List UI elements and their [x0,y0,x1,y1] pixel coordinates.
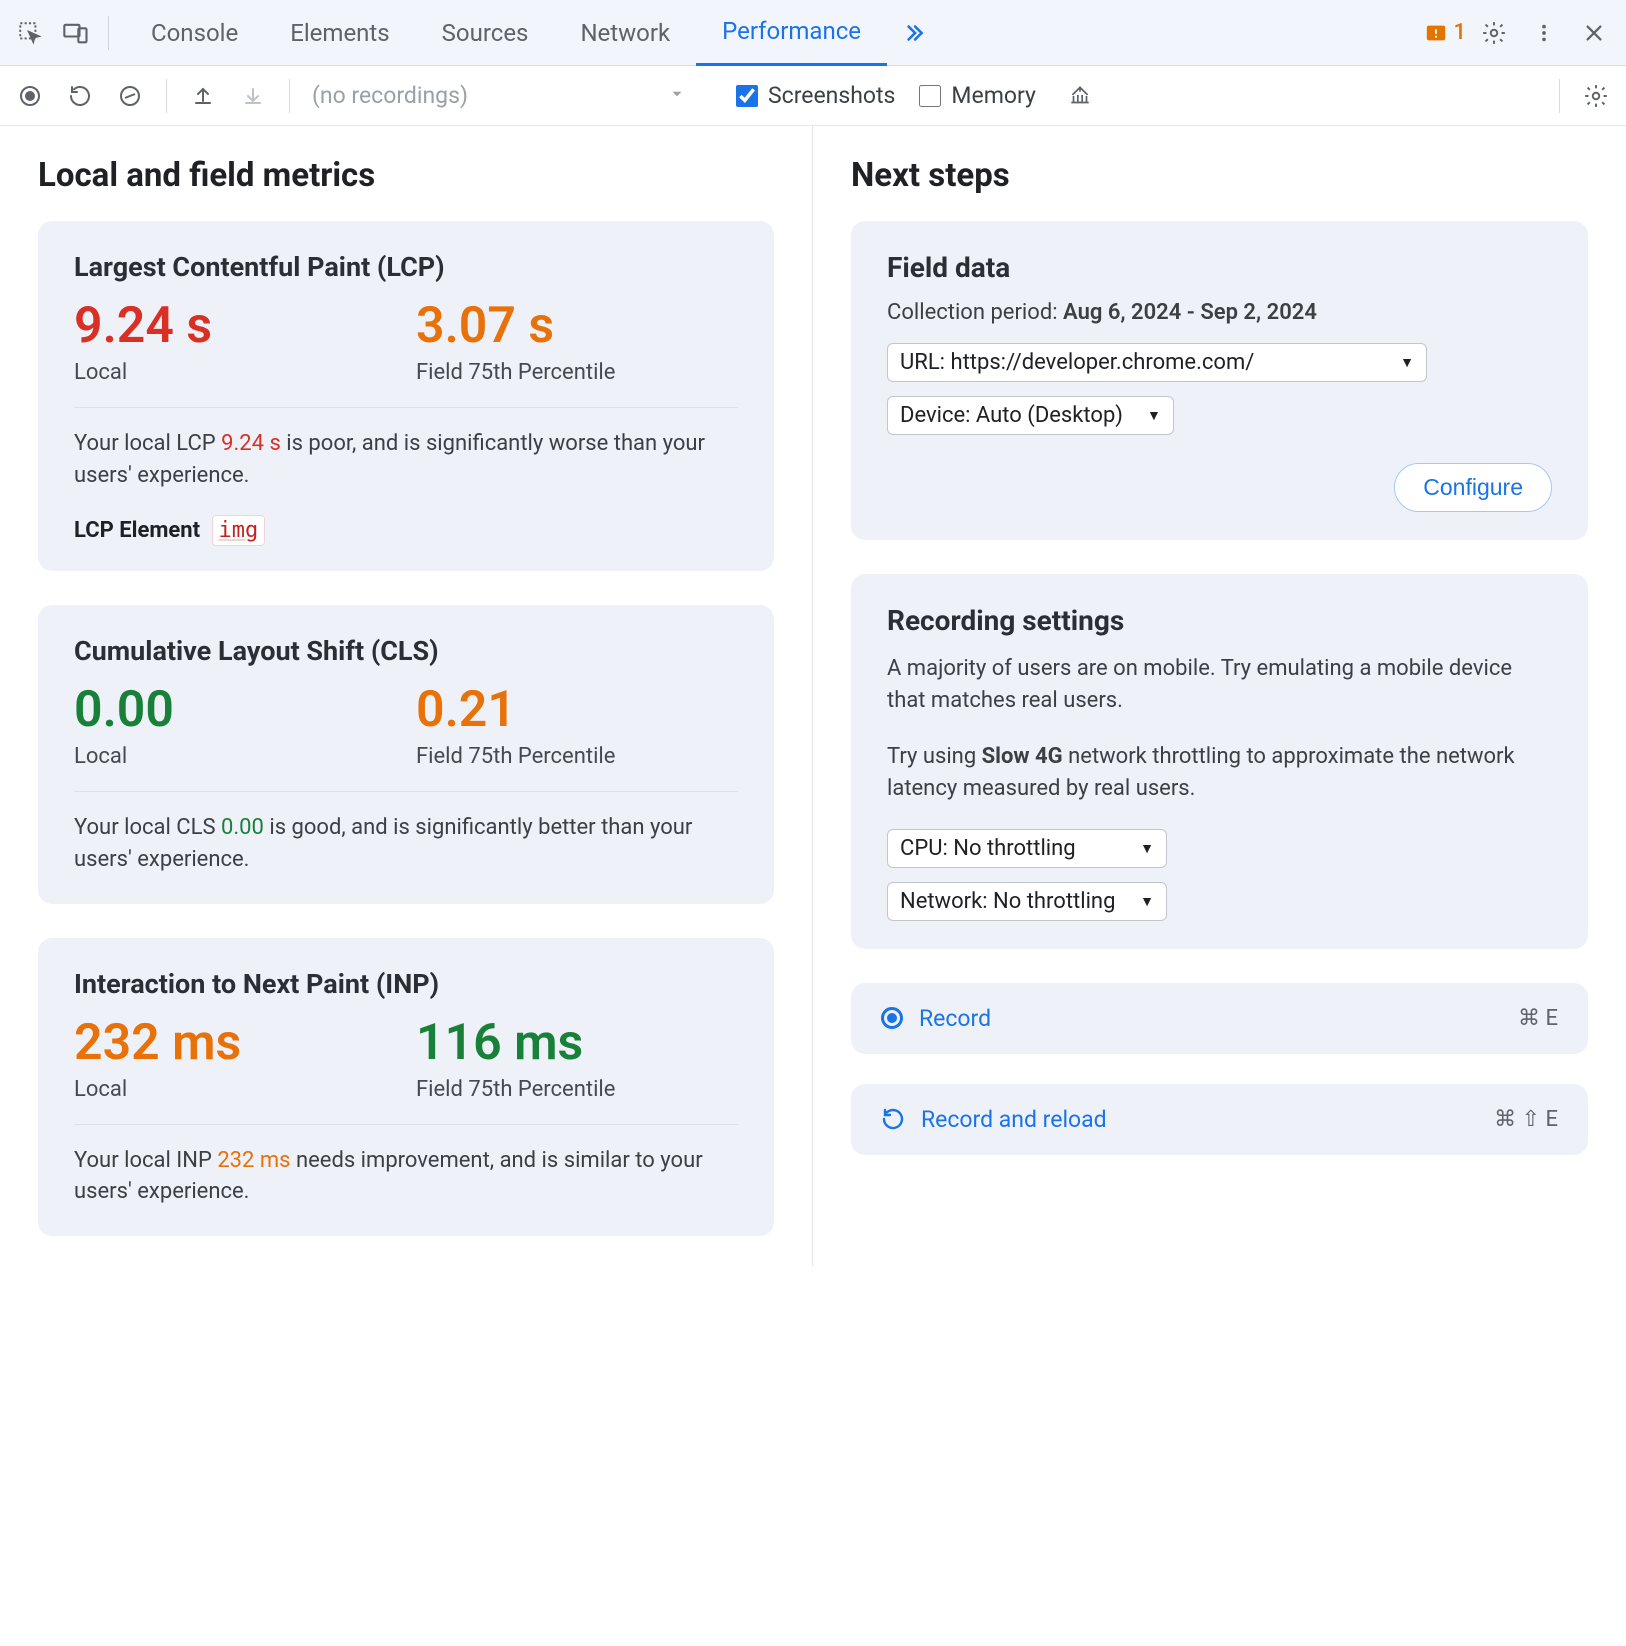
reload-icon [881,1107,905,1131]
record-reload-action[interactable]: Record and reload ⌘ ⇧ E [851,1084,1588,1155]
lcp-field-value: 3.07 s [416,299,738,354]
tab-network[interactable]: Network [554,0,696,66]
record-icon[interactable] [10,76,50,116]
inp-field-value: 116 ms [416,1016,738,1071]
lcp-local-label: Local [74,360,396,385]
record-reload-label: Record and reload [921,1106,1107,1133]
field-data-card: Field data Collection period: Aug 6, 202… [851,221,1588,540]
tab-performance[interactable]: Performance [696,0,887,66]
chevron-down-icon: ▼ [1140,893,1154,910]
cpu-throttle-select[interactable]: CPU: No throttling ▼ [887,829,1167,868]
performance-toolbar: (no recordings) Screenshots Memory [0,66,1626,126]
memory-label: Memory [951,82,1035,109]
inp-local-label: Local [74,1077,396,1102]
lcp-card: Largest Contentful Paint (LCP) 9.24 s Lo… [38,221,774,571]
recording-settings-card: Recording settings A majority of users a… [851,574,1588,949]
record-shortcut: ⌘ E [1518,1006,1558,1031]
reload-icon[interactable] [60,76,100,116]
divider [1559,79,1560,113]
record-action[interactable]: Record ⌘ E [851,983,1588,1054]
metrics-heading: Local and field metrics [38,156,774,195]
memory-checkbox[interactable]: Memory [919,82,1035,109]
device-select[interactable]: Device: Auto (Desktop) ▼ [887,396,1174,435]
divider [108,16,109,50]
device-select-label: Device: Auto (Desktop) [900,403,1123,428]
cls-card: Cumulative Layout Shift (CLS) 0.00 Local… [38,605,774,904]
collection-period: Collection period: Aug 6, 2024 - Sep 2, … [887,300,1552,325]
inp-field-label: Field 75th Percentile [416,1077,738,1102]
lcp-element-label: LCP Element [74,518,200,543]
url-select-label: URL: https://developer.chrome.com/ [900,350,1254,375]
cls-field-label: Field 75th Percentile [416,744,738,769]
lcp-field-label: Field 75th Percentile [416,360,738,385]
lcp-element-row: LCP Element img [74,518,738,543]
divider [289,79,290,113]
download-icon[interactable] [233,76,273,116]
network-throttle-label: Network: No throttling [900,889,1115,914]
local-field-metrics: Local and field metrics Largest Contentf… [0,126,813,1266]
field-data-title: Field data [887,251,1552,284]
recording-settings-title: Recording settings [887,604,1552,637]
screenshots-label: Screenshots [768,82,895,109]
chevron-down-icon: ▼ [1400,354,1414,371]
close-icon[interactable] [1572,11,1616,55]
record-dot-icon [881,1007,903,1029]
gc-icon[interactable] [1060,76,1100,116]
clear-icon[interactable] [110,76,150,116]
lcp-element-tag[interactable]: img [212,515,266,546]
configure-button[interactable]: Configure [1394,463,1552,512]
screenshots-checkbox[interactable]: Screenshots [736,82,895,109]
inspect-element-icon[interactable] [10,13,50,53]
inp-description: Your local INP 232 ms needs improvement,… [74,1145,738,1209]
tab-sources[interactable]: Sources [416,0,555,66]
record-reload-shortcut: ⌘ ⇧ E [1494,1107,1558,1132]
more-menu-icon[interactable] [1522,11,1566,55]
inp-card: Interaction to Next Paint (INP) 232 ms L… [38,938,774,1237]
recordings-dropdown-label[interactable]: (no recordings) [312,82,468,109]
tab-elements[interactable]: Elements [264,0,415,66]
cpu-throttle-label: CPU: No throttling [900,836,1076,861]
warnings-count: 1 [1453,20,1466,45]
cls-field-value: 0.21 [416,683,738,738]
cls-description: Your local CLS 0.00 is good, and is sign… [74,812,738,876]
upload-icon[interactable] [183,76,223,116]
more-tabs-icon[interactable] [887,0,941,66]
chevron-down-icon: ▼ [1147,407,1161,424]
lcp-local-value: 9.24 s [74,299,396,354]
next-steps-heading: Next steps [851,156,1588,195]
cls-title: Cumulative Layout Shift (CLS) [74,635,738,667]
inp-title: Interaction to Next Paint (INP) [74,968,738,1000]
cls-local-value: 0.00 [74,683,396,738]
lcp-description: Your local LCP 9.24 s is poor, and is si… [74,428,738,492]
panel-settings-gear-icon[interactable] [1576,76,1616,116]
main-content: Local and field metrics Largest Contentf… [0,126,1626,1266]
settings-gear-icon[interactable] [1472,11,1516,55]
next-steps-column: Next steps Field data Collection period:… [813,126,1626,1266]
recording-settings-desc-2: Try using Slow 4G network throttling to … [887,741,1552,805]
cls-local-label: Local [74,744,396,769]
tab-console[interactable]: Console [125,0,264,66]
lcp-title: Largest Contentful Paint (LCP) [74,251,738,283]
divider [166,79,167,113]
record-label: Record [919,1005,991,1032]
chevron-down-icon: ▼ [1140,840,1154,857]
panel-tabs: Console Elements Sources Network Perform… [125,0,941,66]
inp-local-value: 232 ms [74,1016,396,1071]
device-toggle-icon[interactable] [56,13,96,53]
recording-settings-desc-1: A majority of users are on mobile. Try e… [887,653,1552,717]
chevron-down-icon[interactable] [668,84,686,108]
url-select[interactable]: URL: https://developer.chrome.com/ ▼ [887,343,1427,382]
warnings-badge[interactable]: 1 [1425,20,1466,45]
devtools-topbar: Console Elements Sources Network Perform… [0,0,1626,66]
network-throttle-select[interactable]: Network: No throttling ▼ [887,882,1167,921]
